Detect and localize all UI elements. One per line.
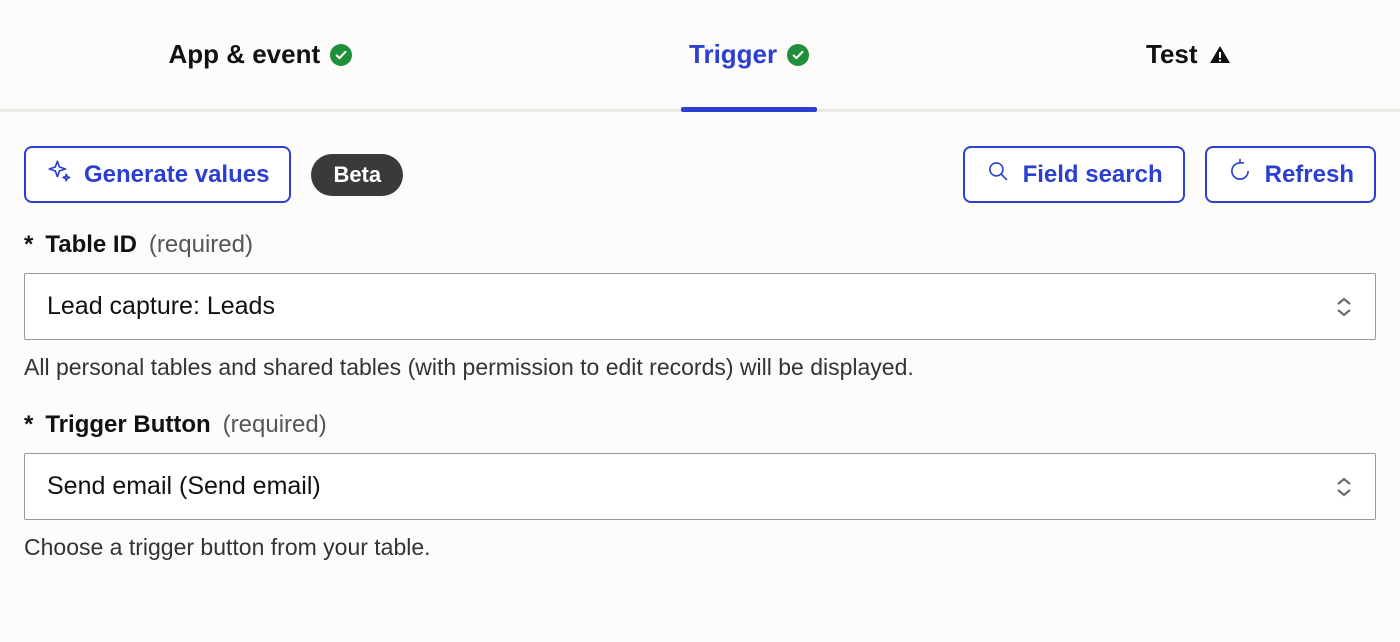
field-trigger-button: * Trigger Button (required) Send email (… — [24, 411, 1376, 561]
tab-label: Test — [1146, 39, 1198, 70]
field-table-id: * Table ID (required) Lead capture: Lead… — [24, 231, 1376, 381]
button-label: Field search — [1023, 161, 1163, 189]
tab-label: App & event — [168, 39, 320, 70]
refresh-icon — [1227, 158, 1253, 191]
field-label: Trigger Button — [45, 411, 210, 439]
button-label: Generate values — [84, 161, 269, 189]
field-label: Table ID — [45, 231, 137, 259]
field-label-row: * Table ID (required) — [24, 231, 1376, 259]
trigger-form: * Table ID (required) Lead capture: Lead… — [0, 203, 1400, 561]
warning-triangle-icon — [1208, 43, 1232, 67]
field-help-text: Choose a trigger button from your table. — [24, 534, 1376, 561]
beta-badge: Beta — [311, 154, 403, 196]
select-value: Send email (Send email) — [47, 472, 321, 501]
required-text: (required) — [149, 231, 253, 259]
chevron-up-down-icon — [1335, 477, 1353, 497]
trigger-button-select[interactable]: Send email (Send email) — [24, 453, 1376, 520]
config-tabs: App & event Trigger Test — [0, 0, 1400, 112]
check-circle-icon — [787, 44, 809, 66]
tab-test[interactable]: Test — [1138, 0, 1240, 109]
chevron-up-down-icon — [1335, 297, 1353, 317]
tab-label: Trigger — [689, 39, 777, 70]
required-text: (required) — [223, 411, 327, 439]
required-star: * — [24, 411, 33, 439]
field-label-row: * Trigger Button (required) — [24, 411, 1376, 439]
button-label: Refresh — [1265, 161, 1354, 189]
generate-values-button[interactable]: Generate values — [24, 146, 291, 203]
refresh-button[interactable]: Refresh — [1205, 146, 1376, 203]
field-search-button[interactable]: Field search — [963, 146, 1185, 203]
required-star: * — [24, 231, 33, 259]
check-circle-icon — [330, 44, 352, 66]
select-value: Lead capture: Leads — [47, 292, 275, 321]
field-help-text: All personal tables and shared tables (w… — [24, 354, 1376, 381]
tab-trigger[interactable]: Trigger — [681, 0, 817, 109]
search-icon — [985, 158, 1011, 191]
tab-app-event[interactable]: App & event — [160, 0, 360, 109]
table-id-select[interactable]: Lead capture: Leads — [24, 273, 1376, 340]
sparkle-icon — [46, 158, 72, 191]
trigger-toolbar: Generate values Beta Field search Refres… — [0, 112, 1400, 203]
